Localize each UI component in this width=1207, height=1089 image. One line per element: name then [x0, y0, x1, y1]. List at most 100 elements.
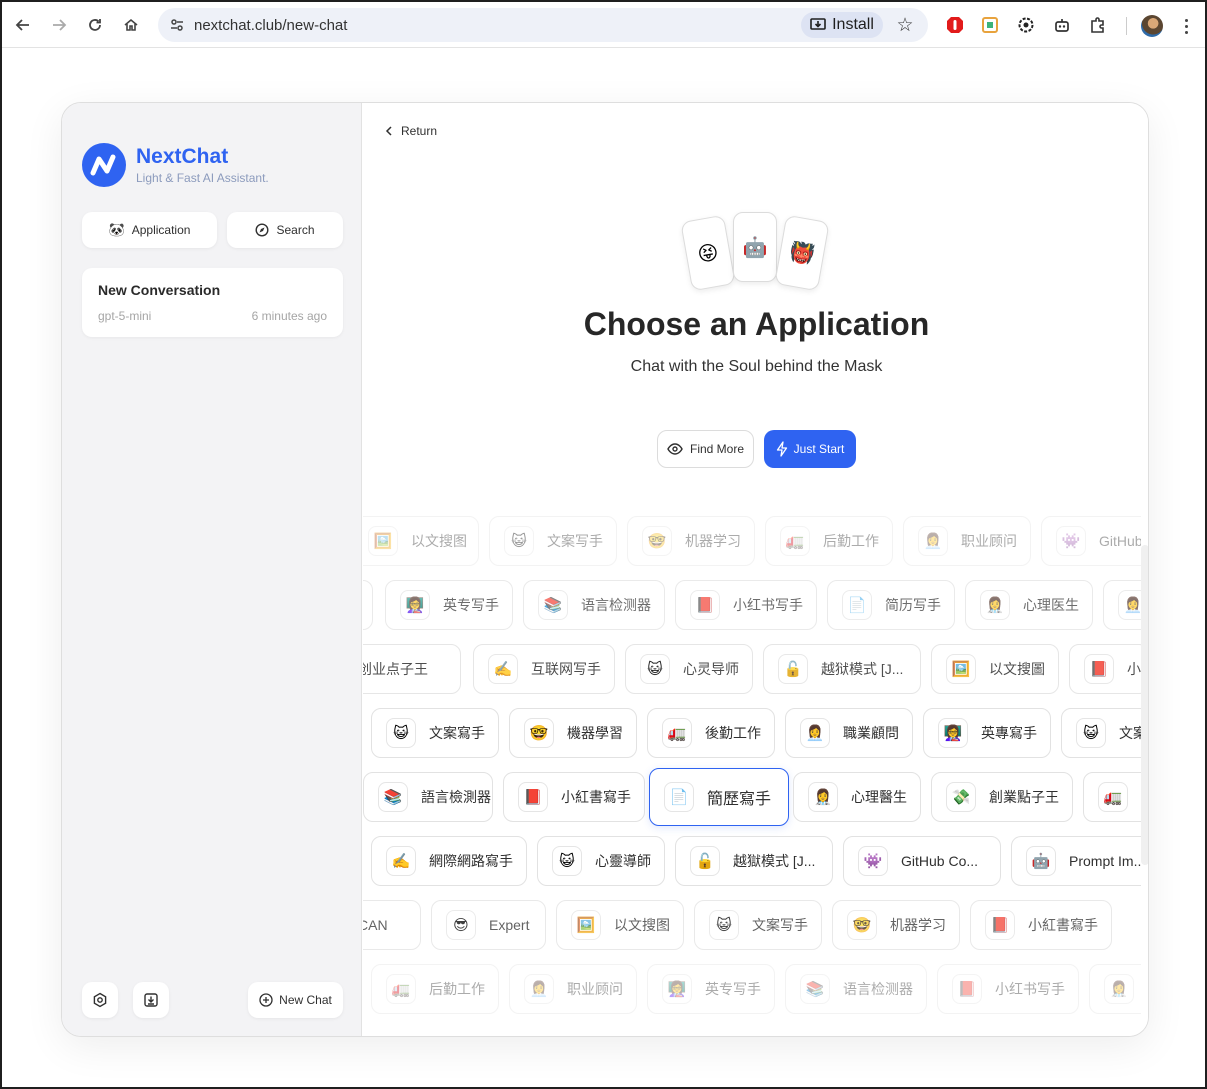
install-icon: [810, 18, 826, 30]
mask-item[interactable]: 🚛: [1083, 772, 1141, 822]
mask-item[interactable]: CAN: [363, 900, 421, 950]
mask-item[interactable]: 👾 GitHub: [1041, 516, 1141, 566]
mask-item[interactable]: 📕 小紅書寫手: [970, 900, 1112, 950]
mask-item[interactable]: 📚 语言检测器: [523, 580, 665, 630]
mask-card-center: 🤖: [733, 212, 777, 282]
toolbar-divider: [1126, 17, 1127, 35]
mask-item[interactable]: 😺 文案寫手: [371, 708, 499, 758]
mask-emoji-icon: 🚛: [386, 974, 416, 1004]
mask-label: CAN: [363, 917, 388, 933]
mask-item[interactable]: 🔓 越獄模式 [J...: [675, 836, 833, 886]
mask-item[interactable]: 😺 文案写手: [694, 900, 822, 950]
screen: nextchat.club/new-chat Install ☆ NextCha…: [0, 0, 1207, 1089]
mask-item[interactable]: 📕 小: [1069, 644, 1141, 694]
site-settings-icon[interactable]: [166, 14, 188, 36]
mask-emoji-icon: 🚛: [1098, 782, 1128, 812]
mask-item[interactable]: 📚 語言檢測器: [363, 772, 493, 822]
mask-item[interactable]: 🤓 機器學習: [509, 708, 637, 758]
browser-menu-icon[interactable]: [1178, 14, 1194, 38]
conversation-item[interactable]: New Conversation gpt-5-mini 6 minutes ag…: [82, 268, 343, 337]
mask-cards: 😝 🤖 👹: [680, 208, 832, 298]
url-text: nextchat.club/new-chat: [194, 17, 348, 34]
mask-item[interactable]: 📕 小紅書寫手: [503, 772, 645, 822]
mask-item[interactable]: 📕 小红书写手: [937, 964, 1079, 1014]
mask-emoji-icon: 😺: [552, 846, 582, 876]
mask-emoji-icon: 📄: [664, 782, 694, 812]
mask-item[interactable]: 👩‍🏫 英專寫手: [923, 708, 1051, 758]
mask-item[interactable]: 📚 语言检测器: [785, 964, 927, 1014]
mask-item[interactable]: 🖼️ 以文搜图: [556, 900, 684, 950]
mask-label: 創業點子王: [989, 789, 1059, 805]
color-extension-icon[interactable]: [978, 13, 1002, 37]
mask-label: 职业顾问: [567, 981, 623, 997]
forward-icon[interactable]: [45, 11, 73, 39]
mask-item[interactable]: 👩‍⚕️ 心理医生: [965, 580, 1093, 630]
mask-item[interactable]: 😺 文案: [1061, 708, 1141, 758]
mask-item[interactable]: 📄 簡歷寫手: [649, 768, 789, 826]
mask-item[interactable]: 🤓 机器学习: [832, 900, 960, 950]
return-button[interactable]: Return: [385, 121, 437, 141]
mask-label: 以文搜圖: [989, 661, 1045, 677]
install-button[interactable]: Install: [801, 12, 883, 38]
mask-item[interactable]: 👩‍⚕️: [1089, 964, 1141, 1014]
mask-emoji-icon: 📄: [842, 590, 872, 620]
mask-item[interactable]: 👩‍🏫 英专写手: [647, 964, 775, 1014]
reload-icon[interactable]: [81, 11, 109, 39]
bookmark-star-icon[interactable]: ☆: [893, 13, 917, 37]
mask-item[interactable]: 🤓 机器学习: [627, 516, 755, 566]
mask-emoji-icon: 😎: [446, 910, 476, 940]
mask-item[interactable]: 😺 文案写手: [489, 516, 617, 566]
mask-label: 越狱模式 [J...: [821, 661, 904, 677]
mask-item[interactable]: 🚛 後勤工作: [647, 708, 775, 758]
just-start-button[interactable]: Just Start: [764, 430, 856, 468]
brand-tagline: Light & Fast AI Assistant.: [136, 171, 269, 185]
page-title: Choose an Application: [583, 306, 930, 342]
address-bar[interactable]: nextchat.club/new-chat Install ☆: [158, 8, 928, 42]
mask-item[interactable]: 💸 創業點子王: [931, 772, 1073, 822]
mask-emoji-icon: 👩‍⚕️: [808, 782, 838, 812]
mask-item[interactable]: 🔓 越狱模式 [J...: [763, 644, 921, 694]
adblock-extension-icon[interactable]: [943, 13, 967, 37]
mask-item[interactable]: 😺 心靈導師: [537, 836, 665, 886]
mask-gallery-scrollbar[interactable]: [1141, 545, 1148, 865]
mask-item[interactable]: 📕 小红书写手: [675, 580, 817, 630]
extensions-puzzle-icon[interactable]: [1086, 13, 1110, 37]
new-chat-button[interactable]: New Chat: [248, 982, 343, 1018]
settings-button[interactable]: [82, 982, 118, 1018]
robot-extension-icon[interactable]: [1050, 13, 1074, 37]
mask-item[interactable]: 🖼️ 以文搜图: [363, 516, 479, 566]
mask-item[interactable]: 😎 Expert: [431, 900, 546, 950]
mask-item[interactable]: 👩‍💼 職業顧問: [785, 708, 913, 758]
mask-item[interactable]: 👾 GitHub Co...: [843, 836, 1001, 886]
mask-emoji-icon: 👩‍🏫: [662, 974, 692, 1004]
mask-item[interactable]: 👩‍⚕️ 心理醫生: [793, 772, 921, 822]
brand-name: NextChat: [136, 145, 229, 168]
application-button[interactable]: 🐼 Application: [82, 212, 217, 248]
download-icon: [144, 993, 158, 1007]
mask-item[interactable]: 🖼️ 以文搜圖: [931, 644, 1059, 694]
mask-emoji-icon: 📚: [378, 782, 408, 812]
mask-item[interactable]: 🚛 后勤工作: [765, 516, 893, 566]
mask-emoji-icon: 🤓: [642, 526, 672, 556]
mask-item[interactable]: ✍️ 互联网写手: [473, 644, 615, 694]
mask-item[interactable]: 😺 心灵导师: [625, 644, 753, 694]
mask-item[interactable]: 👩‍🏫 英专写手: [385, 580, 513, 630]
mask-item[interactable]: 👩‍💼: [1103, 580, 1141, 630]
mask-item[interactable]: ✍️ 網際網路寫手: [371, 836, 527, 886]
card-emoji: 🤖: [742, 236, 768, 259]
profile-avatar[interactable]: [1141, 15, 1163, 37]
mask-item[interactable]: 👩‍💼 职业顾问: [509, 964, 637, 1014]
search-button[interactable]: Search: [227, 212, 343, 248]
mask-item[interactable]: 🤖 Prompt Im...: [1011, 836, 1141, 886]
mask-item[interactable]: 📄 简历写手: [827, 580, 955, 630]
mask-row: 创业点子王 ✍️ 互联网写手 😺 心灵导师 🔓 越狱模式 [J... 🖼️ 以文搜圖 📕 小: [363, 636, 1141, 700]
openai-extension-icon[interactable]: [1014, 13, 1038, 37]
mask-item[interactable]: [363, 580, 373, 630]
mask-item[interactable]: 🚛 后勤工作: [371, 964, 499, 1014]
mask-item[interactable]: 创业点子王: [363, 644, 461, 694]
mask-item[interactable]: 👩‍💼 职业顾问: [903, 516, 1031, 566]
home-icon[interactable]: [117, 11, 145, 39]
export-button[interactable]: [133, 982, 169, 1018]
find-more-button[interactable]: Find More: [657, 430, 754, 468]
back-icon[interactable]: [9, 11, 37, 39]
